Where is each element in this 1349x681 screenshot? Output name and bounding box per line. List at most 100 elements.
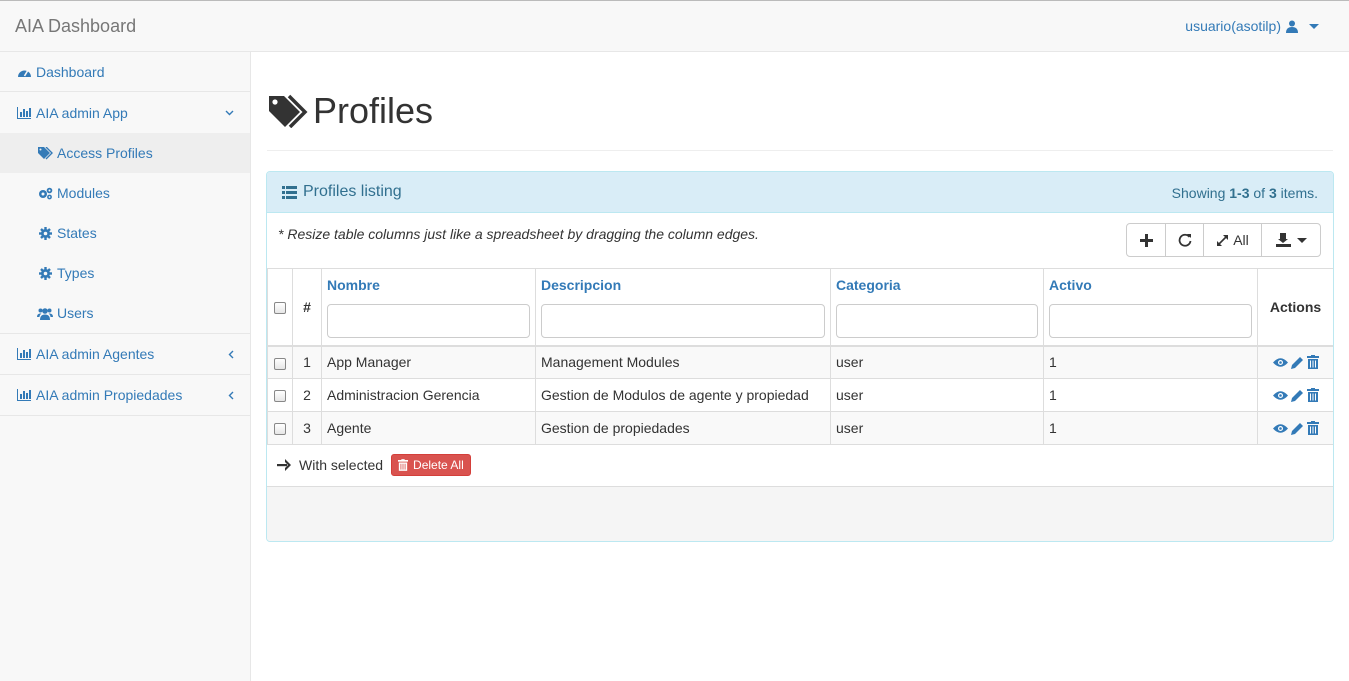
cell-num: 2 bbox=[292, 378, 322, 412]
toggle-all-label: All bbox=[1233, 232, 1249, 248]
sort-nombre-link[interactable]: Nombre bbox=[322, 269, 535, 297]
sort-categoria-link[interactable]: Categoria bbox=[831, 269, 1043, 297]
cell-descripcion: Gestion de Modulos de agente y propiedad bbox=[535, 378, 831, 412]
panel-title-text: Profiles listing bbox=[303, 183, 402, 200]
sort-activo-link[interactable]: Activo bbox=[1044, 269, 1257, 297]
sidebar-item-label: Access Profiles bbox=[57, 145, 153, 161]
chevron-down-icon bbox=[225, 92, 234, 132]
cell-nombre: Agente bbox=[321, 411, 536, 445]
sidebar-item-types[interactable]: Types bbox=[0, 253, 250, 293]
bar-chart-icon bbox=[16, 105, 32, 121]
cog-icon bbox=[37, 225, 53, 241]
cell-actions bbox=[1257, 345, 1333, 379]
cell-actions bbox=[1257, 378, 1333, 412]
users-icon bbox=[37, 305, 53, 321]
sidebar-item-label: Types bbox=[57, 265, 95, 281]
toolbar-button-group: All bbox=[1126, 223, 1321, 257]
cell-num: 3 bbox=[292, 411, 322, 445]
user-icon bbox=[1286, 20, 1298, 33]
cell-categoria: user bbox=[830, 378, 1044, 412]
export-button[interactable] bbox=[1262, 224, 1320, 256]
brand-link[interactable]: AIA Dashboard bbox=[15, 16, 136, 37]
sidebar-group-aia-admin-app[interactable]: AIA admin App bbox=[0, 92, 250, 133]
chevron-left-icon bbox=[228, 334, 234, 375]
sidebar-item-users[interactable]: Users bbox=[0, 293, 250, 333]
sidebar-group-aia-admin-propiedades[interactable]: AIA admin Propiedades bbox=[0, 375, 250, 416]
table-row: 2 Administracion Gerencia Gestion de Mod… bbox=[267, 378, 1333, 412]
sidebar-item-modules[interactable]: Modules bbox=[0, 173, 250, 213]
row-checkbox-cell bbox=[267, 345, 293, 379]
trash-icon[interactable] bbox=[1306, 421, 1319, 435]
panel-title: Profiles listing bbox=[282, 183, 402, 201]
sidebar-group-aia-admin-agentes[interactable]: AIA admin Agentes bbox=[0, 334, 250, 375]
column-header-activo: Activo bbox=[1043, 268, 1258, 347]
trash-icon[interactable] bbox=[1306, 388, 1319, 402]
summary-prefix: Showing bbox=[1171, 185, 1230, 201]
tags-icon bbox=[269, 94, 308, 128]
sidebar: Dashboard AIA admin App Access Profiles … bbox=[0, 52, 251, 681]
sidebar-item-label: Modules bbox=[57, 185, 110, 201]
profiles-panel: Profiles listing Showing 1-3 of 3 items.… bbox=[266, 171, 1334, 542]
sidebar-item-label: States bbox=[57, 225, 97, 241]
edit-icon[interactable] bbox=[1290, 356, 1304, 369]
sidebar-item-label: Dashboard bbox=[36, 63, 105, 80]
page-title: Profiles bbox=[267, 90, 433, 132]
sidebar-item-dashboard[interactable]: Dashboard bbox=[0, 52, 250, 92]
sidebar-item-access-profiles[interactable]: Access Profiles bbox=[0, 133, 250, 173]
filter-nombre-input[interactable] bbox=[327, 304, 530, 338]
select-all-checkbox[interactable] bbox=[274, 302, 286, 315]
refresh-button[interactable] bbox=[1166, 224, 1204, 256]
user-menu[interactable]: usuario(asotilp) bbox=[1185, 18, 1319, 34]
sidebar-item-label: AIA admin App bbox=[36, 104, 128, 121]
cell-activo: 1 bbox=[1043, 345, 1258, 379]
row-checkbox[interactable] bbox=[274, 357, 286, 370]
column-header-nombre: Nombre bbox=[321, 268, 536, 347]
row-checkbox-cell bbox=[267, 411, 293, 445]
column-header-num: # bbox=[292, 268, 322, 347]
filter-categoria-input[interactable] bbox=[836, 304, 1038, 338]
arrow-right-icon bbox=[277, 459, 291, 471]
toggle-all-button[interactable]: All bbox=[1204, 224, 1262, 256]
refresh-icon bbox=[1178, 233, 1191, 247]
caret-down-icon bbox=[1296, 237, 1307, 243]
row-checkbox[interactable] bbox=[274, 423, 286, 436]
export-icon bbox=[1275, 233, 1291, 247]
filter-activo-input[interactable] bbox=[1049, 304, 1252, 338]
select-all-cell bbox=[267, 268, 293, 347]
cell-activo: 1 bbox=[1043, 378, 1258, 412]
cogs-icon bbox=[37, 185, 53, 201]
trash-icon[interactable] bbox=[1306, 355, 1319, 370]
bulk-actions-row: With selected Delete All bbox=[267, 444, 1333, 487]
cell-categoria: user bbox=[830, 411, 1044, 445]
summary-total: 3 bbox=[1268, 185, 1277, 201]
row-checkbox[interactable] bbox=[274, 390, 286, 403]
cell-nombre: Administracion Gerencia bbox=[321, 378, 536, 412]
cell-num: 1 bbox=[292, 345, 322, 379]
profiles-table: # Nombre Descripcion Categoria Activo Ac… bbox=[267, 268, 1333, 445]
summary: Showing 1-3 of 3 items. bbox=[1172, 185, 1318, 201]
sidebar-item-states[interactable]: States bbox=[0, 213, 250, 253]
chevron-left-icon bbox=[228, 375, 234, 416]
cell-actions bbox=[1257, 411, 1333, 445]
filter-descripcion-input[interactable] bbox=[541, 304, 825, 338]
cell-categoria: user bbox=[830, 345, 1044, 379]
summary-of: of bbox=[1249, 185, 1269, 201]
plus-icon bbox=[1139, 233, 1153, 247]
tags-icon bbox=[37, 145, 53, 161]
toolbar-row: * Resize table columns just like a sprea… bbox=[267, 213, 1333, 267]
sidebar-item-label: Users bbox=[57, 305, 94, 321]
view-icon[interactable] bbox=[1272, 357, 1288, 368]
view-icon[interactable] bbox=[1272, 390, 1288, 401]
caret-down-icon bbox=[1309, 23, 1319, 29]
cell-nombre: App Manager bbox=[321, 345, 536, 379]
edit-icon[interactable] bbox=[1290, 389, 1304, 402]
view-icon[interactable] bbox=[1272, 423, 1288, 434]
edit-icon[interactable] bbox=[1290, 422, 1304, 435]
bar-chart-icon bbox=[16, 387, 32, 403]
delete-all-button[interactable]: Delete All bbox=[391, 454, 471, 476]
expand-icon bbox=[1217, 234, 1229, 246]
with-selected-label: With selected bbox=[299, 457, 384, 473]
cog-icon bbox=[37, 265, 53, 281]
sort-descripcion-link[interactable]: Descripcion bbox=[536, 269, 830, 297]
add-button[interactable] bbox=[1127, 224, 1166, 256]
